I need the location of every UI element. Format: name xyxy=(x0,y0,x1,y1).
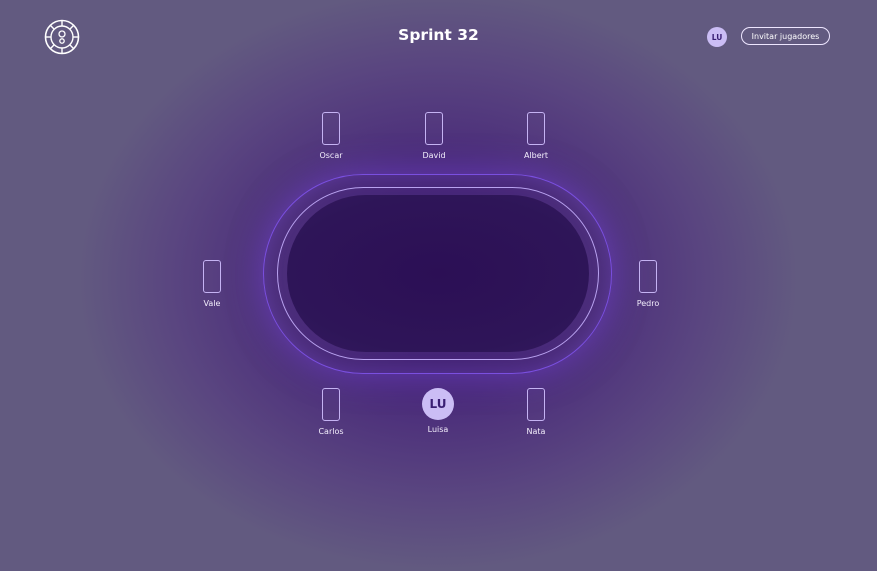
card-slot xyxy=(527,112,545,145)
seat-vale: Vale xyxy=(182,260,242,308)
card-slot xyxy=(527,388,545,421)
seat-pedro: Pedro xyxy=(618,260,678,308)
player-name: Albert xyxy=(523,151,549,160)
seat-david: David xyxy=(404,112,464,160)
user-avatar[interactable]: LU xyxy=(707,27,727,47)
player-name: Pedro xyxy=(636,299,660,308)
card-slot xyxy=(322,388,340,421)
card-slot xyxy=(639,260,657,293)
player-name: Carlos xyxy=(318,427,344,436)
player-name: Nata xyxy=(526,427,546,436)
seat-carlos: Carlos xyxy=(301,388,361,436)
player-name: David xyxy=(422,151,446,160)
card-slot xyxy=(203,260,221,293)
seat-albert: Albert xyxy=(506,112,566,160)
player-name: Luisa xyxy=(427,425,449,434)
player-name: Oscar xyxy=(319,151,343,160)
invite-players-button[interactable]: Invitar jugadores xyxy=(741,27,830,45)
seat-luisa: LU Luisa xyxy=(408,388,468,434)
seat-nata: Nata xyxy=(506,388,566,436)
seat-oscar: Oscar xyxy=(301,112,361,160)
card-slot xyxy=(322,112,340,145)
current-user-avatar[interactable]: LU xyxy=(422,388,454,420)
player-name: Vale xyxy=(203,299,221,308)
poker-table-felt xyxy=(287,195,589,352)
card-slot xyxy=(425,112,443,145)
